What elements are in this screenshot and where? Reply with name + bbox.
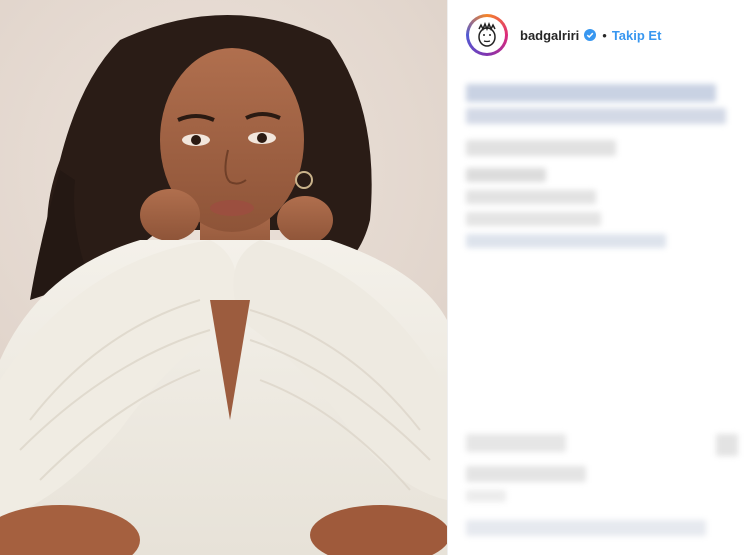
post-side-panel: badgalriri • Takip Et	[447, 0, 755, 555]
blurred-comment-input	[466, 520, 706, 536]
blurred-action-icons	[466, 434, 566, 452]
post-photo[interactable]	[0, 0, 447, 555]
blurred-timestamp	[466, 490, 506, 502]
blurred-caption-line	[466, 168, 546, 182]
avatar[interactable]	[466, 14, 508, 56]
instagram-post: badgalriri • Takip Et	[0, 0, 755, 555]
follow-button[interactable]: Takip Et	[612, 28, 662, 43]
portrait-image	[0, 15, 447, 555]
post-header: badgalriri • Takip Et	[448, 0, 755, 70]
verified-badge-icon	[584, 29, 597, 41]
blurred-caption-line	[466, 84, 716, 102]
cartoon-face-icon	[478, 21, 496, 47]
blurred-caption-line	[466, 234, 666, 248]
blurred-caption-line	[466, 212, 601, 226]
username-link[interactable]: badgalriri	[520, 28, 579, 43]
blurred-caption-line	[466, 140, 616, 156]
separator-dot: •	[602, 27, 607, 43]
blurred-bookmark-icon	[716, 434, 738, 456]
blurred-likes-line	[466, 466, 586, 482]
blurred-caption-line	[466, 108, 726, 124]
blurred-caption-line	[466, 190, 596, 204]
